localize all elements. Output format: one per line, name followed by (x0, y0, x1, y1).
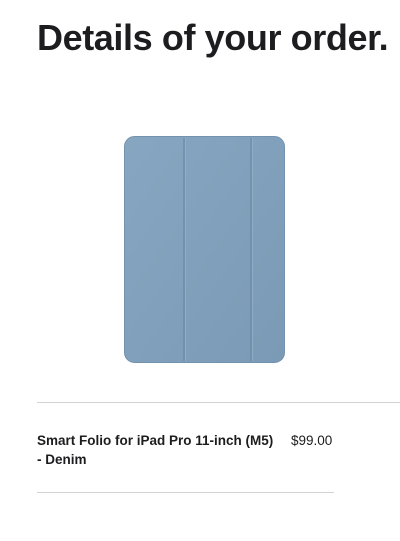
divider (37, 492, 334, 493)
page-title: Details of your order. (37, 17, 389, 58)
divider (37, 402, 400, 403)
product-price: $99.00 (291, 433, 333, 448)
product-name[interactable]: Smart Folio for iPad Pro 11-inch (M5) - … (37, 431, 277, 469)
product-image[interactable] (124, 136, 285, 363)
folio-cover (124, 136, 285, 363)
